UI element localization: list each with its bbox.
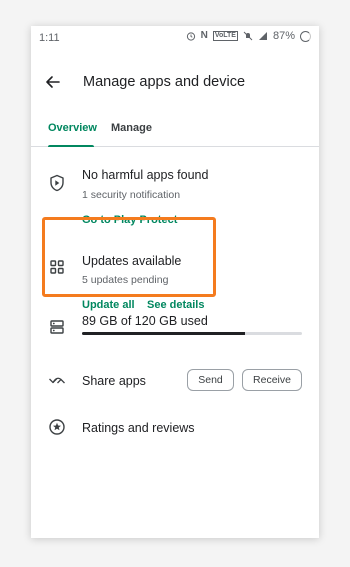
phone-screen: 1:11 N VoLTE 87% Manage apps and device: [31, 26, 319, 538]
ratings-star-icon: [49, 419, 65, 435]
status-bar: 1:11 N VoLTE 87%: [31, 26, 319, 50]
storage-label: 89 GB of 120 GB used: [82, 314, 208, 328]
status-icons: N VoLTE 87%: [186, 30, 311, 42]
ratings-and-reviews-item[interactable]: Ratings and reviews: [82, 421, 195, 435]
signal-icon: [258, 32, 267, 40]
see-details-button[interactable]: See details: [147, 299, 204, 311]
protect-subtitle: 1 security notification: [82, 189, 181, 201]
send-button[interactable]: Send: [187, 369, 234, 391]
share-apps-label: Share apps: [82, 374, 146, 388]
play-protect-icon: [50, 174, 64, 192]
tab-manage[interactable]: Manage: [111, 122, 152, 134]
alarm-icon: [186, 32, 195, 41]
protect-title: No harmful apps found: [82, 168, 209, 182]
volte-icon: VoLTE: [212, 31, 238, 41]
updates-subtitle: 5 updates pending: [82, 274, 169, 286]
mute-icon: [243, 31, 253, 41]
page-title: Manage apps and device: [83, 74, 246, 90]
storage-progress-bar: [82, 332, 302, 335]
battery-icon: [300, 30, 311, 42]
share-apps-icon: [49, 377, 65, 384]
battery-percent: 87%: [272, 30, 295, 42]
status-time: 1:11: [39, 32, 60, 44]
receive-button[interactable]: Receive: [242, 369, 302, 391]
nfc-icon: N: [200, 30, 208, 41]
tab-bar: Overview Manage: [31, 114, 319, 147]
tab-overview[interactable]: Overview: [48, 122, 97, 134]
back-arrow-icon[interactable]: [43, 72, 63, 92]
tab-indicator: [48, 145, 94, 147]
apps-grid-icon: [50, 260, 64, 274]
update-all-button[interactable]: Update all: [82, 299, 135, 311]
storage-icon: [50, 320, 64, 334]
app-bar: Manage apps and device: [31, 66, 319, 106]
updates-title: Updates available: [82, 254, 182, 268]
storage-progress-fill: [82, 332, 246, 335]
